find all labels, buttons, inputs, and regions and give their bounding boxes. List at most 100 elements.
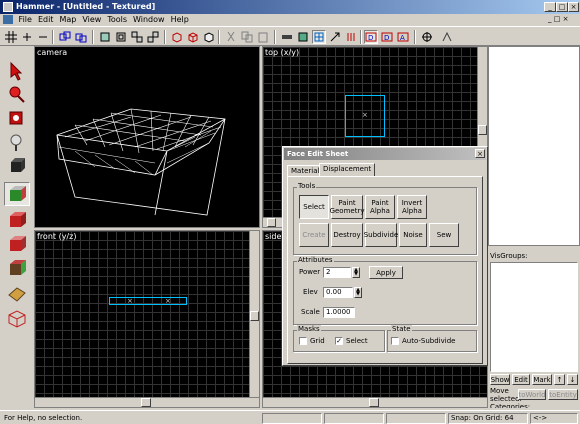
create-button[interactable]: Create	[299, 223, 329, 247]
cube-icon[interactable]	[202, 30, 216, 44]
menu-map[interactable]: Map	[56, 14, 79, 26]
camera-viewport[interactable]: camera	[34, 46, 260, 228]
to-world-icon[interactable]	[186, 30, 200, 44]
noise-button[interactable]: Noise	[399, 223, 427, 247]
front-viewport[interactable]: front (y/z) × ×	[34, 230, 260, 408]
title-bar: Hammer - [Untitled - Textured]	[0, 0, 580, 14]
vertex-tool-icon[interactable]	[4, 282, 30, 306]
destroy-button[interactable]: Destroy	[331, 223, 363, 247]
menu-tools[interactable]: Tools	[104, 14, 130, 26]
texture-lock-icon[interactable]	[296, 30, 310, 44]
power-spinner[interactable]: ▲ ▼	[352, 267, 360, 278]
select-mask-checkbox[interactable]: ✓	[335, 337, 343, 345]
hollow-icon[interactable]	[114, 30, 128, 44]
status-bar: For Help, no selection. Snap: On Grid: 6…	[0, 410, 580, 424]
grid-larger-icon[interactable]	[20, 30, 34, 44]
group-icon[interactable]	[130, 30, 144, 44]
visgroups-label: VisGroups:	[490, 252, 528, 260]
status-cell-1	[262, 413, 322, 424]
paint-alpha-button[interactable]: Paint Alpha	[365, 195, 395, 219]
minimize-button[interactable]: _	[544, 2, 556, 12]
state-group-label: State	[391, 325, 412, 333]
displacement-icon-1[interactable]: D	[364, 30, 378, 44]
subdivide-button[interactable]: Subdivide	[364, 223, 398, 247]
menu-window[interactable]: Window	[130, 14, 168, 26]
visgroups-list[interactable]	[490, 262, 578, 372]
selection-tool-icon[interactable]	[4, 58, 30, 82]
side-hscroll[interactable]	[263, 397, 487, 407]
elev-field[interactable]: 0.00	[323, 287, 353, 298]
compile-icon[interactable]	[420, 30, 434, 44]
scale-field[interactable]: 1.0000	[323, 307, 355, 318]
visgroup-show-button[interactable]: Show	[490, 374, 510, 385]
tab-displacement[interactable]: Displacement	[319, 163, 376, 177]
auto-subdivide-checkbox[interactable]	[391, 337, 399, 345]
menu-file[interactable]: File	[16, 14, 35, 26]
masks-group-label: Masks	[297, 325, 321, 333]
path-tool-icon[interactable]	[4, 306, 30, 330]
copy-icon[interactable]	[240, 30, 254, 44]
visgroup-up-button[interactable]: ↑	[554, 374, 565, 385]
visgroup-mark-button[interactable]: Mark	[532, 374, 552, 385]
dialog-title-bar: Face Edit Sheet	[284, 148, 486, 160]
face-edit-sheet-dialog: Face Edit Sheet × Material Displacement …	[282, 146, 488, 366]
cut-icon[interactable]	[224, 30, 238, 44]
select-tool-button[interactable]: Select	[299, 195, 329, 219]
apply-button[interactable]: Apply	[369, 266, 403, 279]
ignore-groups-icon[interactable]	[74, 30, 88, 44]
ungroup-icon[interactable]	[146, 30, 160, 44]
power-field[interactable]: 2	[323, 267, 351, 278]
svg-text:A: A	[400, 34, 405, 42]
maximize-button[interactable]: □	[556, 2, 568, 12]
grid-toggle-icon[interactable]	[4, 30, 18, 44]
displacement-icon-3[interactable]: A	[396, 30, 410, 44]
side-view-label[interactable]: side	[265, 232, 281, 241]
flip-icon[interactable]	[344, 30, 358, 44]
paste-icon[interactable]	[256, 30, 270, 44]
selection-group-icon[interactable]	[58, 30, 72, 44]
texture-tool-icon[interactable]	[4, 182, 30, 206]
to-entity-button[interactable]: toEntity	[548, 389, 578, 400]
arrow-icon[interactable]	[328, 30, 342, 44]
dialog-close-button[interactable]: ×	[475, 149, 485, 158]
menu-edit[interactable]: Edit	[35, 14, 57, 26]
front-vscroll[interactable]	[249, 231, 259, 399]
front-hscroll[interactable]	[35, 397, 259, 407]
camera-tool-icon[interactable]	[4, 106, 30, 130]
run-map-icon[interactable]	[440, 30, 454, 44]
menu-help[interactable]: Help	[168, 14, 192, 26]
grid-smaller-icon[interactable]	[36, 30, 50, 44]
magnify-tool-icon[interactable]	[4, 82, 30, 106]
paint-geometry-button[interactable]: Paint Geometry	[330, 195, 364, 219]
hide-selected-icon[interactable]	[280, 30, 294, 44]
top-hscroll[interactable]	[263, 217, 283, 227]
entity-tool-icon[interactable]	[4, 130, 30, 154]
sew-button[interactable]: Sew	[429, 223, 459, 247]
doc-icon[interactable]	[3, 15, 13, 24]
top-center-handle[interactable]: ×	[362, 111, 368, 119]
menu-view[interactable]: View	[79, 14, 104, 26]
front-handle-1[interactable]: ×	[127, 297, 133, 305]
app-icon[interactable]	[3, 2, 13, 12]
clip-tool-icon[interactable]	[4, 256, 30, 280]
front-view-label[interactable]: front (y/z)	[37, 232, 76, 241]
close-button[interactable]: ×	[568, 2, 579, 12]
mdi-controls[interactable]: _ □ ×	[548, 15, 568, 23]
grid-mask-checkbox[interactable]	[299, 337, 307, 345]
invert-alpha-button[interactable]: Invert Alpha	[397, 195, 427, 219]
decal-tool-icon[interactable]	[4, 232, 30, 256]
elev-spinner[interactable]: ▲ ▼	[354, 287, 362, 298]
displacement-icon-2[interactable]: D	[380, 30, 394, 44]
front-handle-2[interactable]: ×	[165, 297, 171, 305]
carve-icon[interactable]	[98, 30, 112, 44]
apply-texture-icon[interactable]	[4, 208, 30, 232]
visgroup-edit-button[interactable]: Edit	[512, 374, 530, 385]
front-selection-box[interactable]	[109, 297, 187, 305]
to-world-button[interactable]: toWorld	[518, 389, 546, 400]
auto-subdivide-label: Auto-Subdivide	[402, 337, 456, 345]
snap-to-grid-icon[interactable]	[312, 30, 326, 44]
block-tool-icon[interactable]	[4, 154, 30, 178]
visgroup-down-button[interactable]: ↓	[567, 374, 578, 385]
top-view-label[interactable]: top (x/y)	[265, 48, 299, 57]
to-entity-icon[interactable]	[170, 30, 184, 44]
